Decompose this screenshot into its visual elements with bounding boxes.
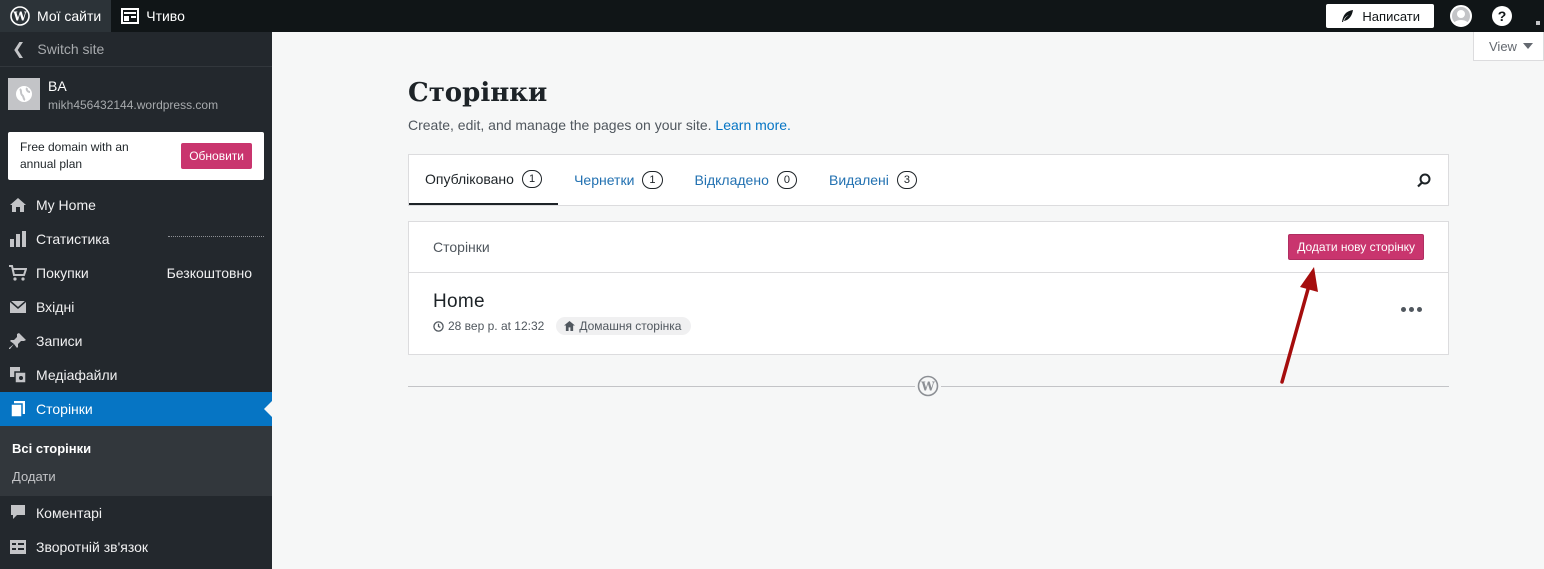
page-date: 28 вер р. at 12:32 bbox=[448, 319, 545, 333]
globe-icon bbox=[8, 78, 40, 110]
envelope-icon bbox=[9, 298, 27, 316]
sidebar: ❮ Switch site BA mikh456432144.wordpress… bbox=[0, 32, 272, 569]
feedback-icon bbox=[9, 538, 27, 556]
write-button[interactable]: Написати bbox=[1326, 4, 1434, 28]
stats-sparkline bbox=[168, 236, 264, 237]
annotation-arrow bbox=[1280, 267, 1318, 384]
house-icon bbox=[9, 196, 27, 214]
tab-count: 1 bbox=[642, 171, 663, 189]
reader-label: Чтиво bbox=[146, 8, 185, 24]
user-avatar[interactable] bbox=[1450, 5, 1472, 27]
tab-count: 1 bbox=[521, 170, 543, 188]
tab-label: Чернетки bbox=[574, 172, 635, 188]
comment-icon bbox=[9, 504, 27, 522]
learn-more-link[interactable]: Learn more. bbox=[715, 117, 790, 133]
sidebar-item-feedback[interactable]: Зворотній зв'язок bbox=[0, 530, 272, 564]
clock-icon bbox=[433, 320, 444, 332]
sidebar-item-posts[interactable]: Записи bbox=[0, 324, 272, 358]
svg-text:W: W bbox=[12, 10, 27, 24]
notification-dot bbox=[1536, 21, 1540, 25]
page-title: Сторінки bbox=[408, 78, 548, 108]
homepage-badge-label: Домашня сторінка bbox=[579, 319, 682, 333]
pages-icon bbox=[9, 400, 27, 418]
write-label: Написати bbox=[1362, 8, 1420, 24]
sidebar-item-my-home[interactable]: My Home bbox=[0, 188, 272, 222]
top-bar: W Мої сайти Чтиво Написати ? bbox=[0, 0, 1544, 32]
plan-badge: Безкоштовно bbox=[166, 265, 252, 281]
more-options-icon[interactable] bbox=[1398, 307, 1422, 312]
sidebar-item-label: Медіафайли bbox=[36, 367, 118, 383]
tab-trashed[interactable]: Видалені 3 bbox=[813, 155, 933, 205]
my-sites-button[interactable]: W Мої сайти bbox=[0, 0, 112, 32]
help-icon[interactable]: ? bbox=[1492, 6, 1512, 26]
caret-down-icon bbox=[1522, 43, 1533, 49]
sidebar-item-stats[interactable]: Статистика bbox=[0, 222, 272, 256]
submenu-add-page[interactable]: Додати bbox=[0, 462, 272, 490]
homepage-badge: Домашня сторінка bbox=[556, 317, 692, 335]
view-label: View bbox=[1489, 38, 1517, 54]
submenu-all-pages[interactable]: Всі сторінки bbox=[0, 434, 272, 462]
tab-scheduled[interactable]: Відкладено 0 bbox=[679, 155, 813, 205]
home-icon bbox=[564, 321, 576, 331]
promo-text: Free domain with an annual plan bbox=[20, 140, 129, 171]
tab-label: Опубліковано bbox=[425, 171, 514, 187]
upgrade-button[interactable]: Обновити bbox=[181, 143, 252, 169]
tab-label: Видалені bbox=[828, 172, 889, 188]
tab-count: 0 bbox=[776, 171, 797, 189]
view-dropdown[interactable]: View bbox=[1473, 32, 1544, 61]
feather-icon bbox=[1342, 10, 1354, 22]
sidebar-item-label: Вхідні bbox=[36, 299, 75, 315]
svg-text:W: W bbox=[920, 380, 935, 394]
upgrade-promo: Free domain with an annual plan Обновити bbox=[8, 132, 264, 180]
my-sites-label: Мої сайти bbox=[37, 8, 102, 24]
sidebar-item-pages[interactable]: Сторінки bbox=[0, 392, 272, 426]
cart-icon bbox=[9, 264, 27, 282]
switch-site-link[interactable]: ❮ Switch site bbox=[0, 32, 272, 67]
switch-site-label: Switch site bbox=[37, 41, 105, 57]
tab-label: Відкладено bbox=[694, 172, 769, 188]
sidebar-item-label: My Home bbox=[36, 197, 96, 213]
sidebar-item-purchases[interactable]: Покупки Безкоштовно bbox=[0, 256, 272, 290]
site-name: BA bbox=[48, 78, 67, 94]
tab-count: 3 bbox=[896, 171, 918, 189]
sidebar-item-label: Сторінки bbox=[36, 401, 93, 417]
sidebar-menu: My Home Статистика Покупки Безкоштовно В… bbox=[0, 188, 272, 564]
current-site[interactable]: BA mikh456432144.wordpress.com bbox=[0, 67, 272, 119]
site-url: mikh456432144.wordpress.com bbox=[48, 98, 219, 112]
page-subtitle: Create, edit, and manage the pages on yo… bbox=[408, 117, 791, 133]
sidebar-item-media[interactable]: Медіафайли bbox=[0, 358, 272, 392]
tab-drafts[interactable]: Чернетки 1 bbox=[558, 155, 678, 205]
pages-submenu: Всі сторінки Додати bbox=[0, 426, 272, 496]
status-tabs: Опубліковано 1 Чернетки 1 Відкладено 0 В… bbox=[408, 154, 1449, 206]
subtitle-text: Create, edit, and manage the pages on yo… bbox=[408, 117, 712, 133]
bar-chart-icon bbox=[9, 230, 27, 248]
sidebar-item-label: Зворотній зв'язок bbox=[36, 539, 149, 555]
wordpress-logo-icon: W bbox=[10, 6, 30, 26]
chevron-left-icon: ❮ bbox=[12, 41, 26, 58]
sidebar-item-inbox[interactable]: Вхідні bbox=[0, 290, 272, 324]
sidebar-item-comments[interactable]: Коментарі bbox=[0, 496, 272, 530]
search-icon[interactable] bbox=[1416, 155, 1448, 205]
sidebar-item-label: Коментарі bbox=[36, 505, 103, 521]
sidebar-item-label: Покупки bbox=[36, 265, 89, 281]
list-header-label: Сторінки bbox=[433, 239, 490, 255]
tab-published[interactable]: Опубліковано 1 bbox=[409, 155, 559, 205]
sidebar-item-label: Статистика bbox=[36, 231, 110, 247]
media-icon bbox=[9, 366, 27, 384]
add-new-page-button[interactable]: Додати нову сторінку bbox=[1288, 234, 1424, 260]
reader-icon bbox=[121, 8, 140, 24]
sidebar-item-label: Записи bbox=[36, 333, 83, 349]
reader-button[interactable]: Чтиво bbox=[111, 0, 195, 32]
pin-icon bbox=[9, 332, 27, 350]
wordpress-logo-icon: W bbox=[915, 374, 941, 398]
